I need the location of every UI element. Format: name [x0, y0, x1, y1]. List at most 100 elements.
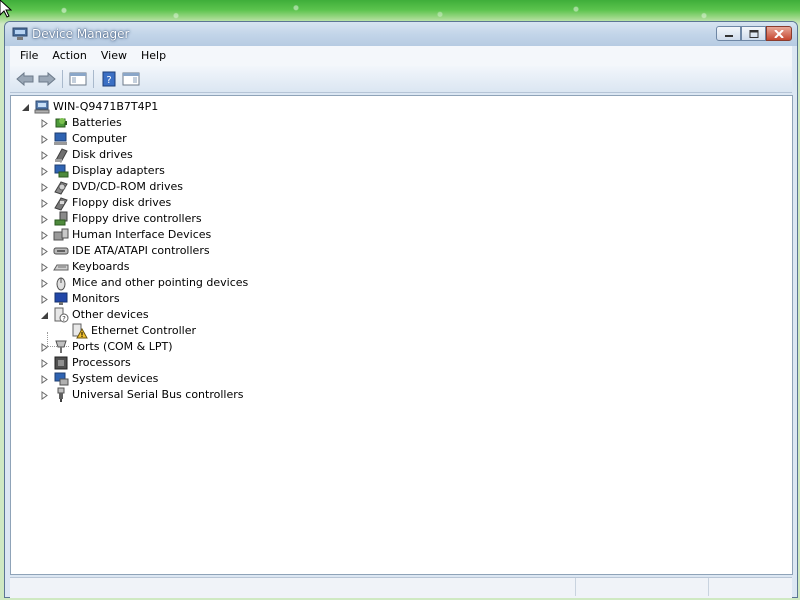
expand-arrow-icon[interactable] [40, 198, 49, 208]
maximize-button[interactable] [741, 26, 766, 41]
expand-arrow-icon[interactable] [40, 134, 49, 144]
help-icon: ? [102, 71, 116, 87]
expand-arrow-icon[interactable] [40, 230, 49, 240]
tree-item[interactable]: Floppy drive controllers [40, 211, 202, 227]
system-device-icon [54, 372, 69, 386]
tree-item-label: Computer [72, 132, 127, 145]
back-icon [16, 72, 34, 86]
tree-item-label: Display adapters [72, 164, 165, 177]
close-icon [774, 29, 784, 38]
tree-item[interactable]: Keyboards [40, 259, 129, 275]
show-hide-console-tree-button[interactable] [67, 69, 89, 89]
port-icon [55, 340, 67, 353]
dvd-icon [54, 181, 68, 195]
tree-child-label: Ethernet Controller [91, 324, 196, 337]
tree-item[interactable]: Batteries [40, 115, 122, 131]
device-manager-window: Device Manager File Action View Help ? W… [4, 21, 798, 598]
tree-item[interactable]: Disk drives [40, 147, 133, 163]
tree-item-label: Mice and other pointing devices [72, 276, 249, 289]
expand-arrow-icon[interactable] [40, 214, 49, 224]
toolbar-separator [93, 70, 94, 88]
show-hide-console-tree-icon [69, 72, 87, 86]
tree-item[interactable]: System devices [40, 371, 158, 387]
title-bar[interactable]: Device Manager [5, 22, 797, 46]
status-pane [709, 578, 792, 596]
hid-icon [53, 228, 69, 241]
tree-item-label: Other devices [72, 308, 149, 321]
svg-text:?: ? [106, 75, 111, 86]
tree-item[interactable]: DVD/CD-ROM drives [40, 179, 183, 195]
tree-item-label: Human Interface Devices [72, 228, 212, 241]
floppy-controller-icon [54, 211, 68, 226]
expand-arrow-icon[interactable] [40, 182, 49, 192]
tree-item-label: Batteries [72, 116, 122, 129]
tree-item-label: Universal Serial Bus controllers [72, 388, 244, 401]
close-button[interactable] [766, 26, 792, 41]
minimize-button[interactable] [716, 26, 741, 41]
toolbar: ? [10, 66, 792, 93]
svg-text:?: ? [62, 315, 66, 323]
tree-item[interactable]: Ports (COM & LPT) [40, 339, 173, 355]
processor-icon [54, 356, 68, 370]
tree-item-label: DVD/CD-ROM drives [72, 180, 183, 193]
help-button[interactable]: ? [98, 69, 120, 89]
toolbar-separator [62, 70, 63, 88]
usb-icon [57, 387, 65, 402]
tree-item[interactable]: Mice and other pointing devices [40, 275, 248, 291]
expand-arrow-icon[interactable] [40, 390, 49, 400]
status-bar [10, 577, 792, 598]
disk-drive-icon [55, 148, 68, 163]
expand-arrow-icon[interactable] [40, 278, 49, 288]
menu-bar: File Action View Help [10, 46, 792, 66]
tree-item[interactable]: Processors [40, 355, 131, 371]
expand-arrow-icon[interactable] [40, 166, 49, 176]
device-manager-icon [12, 27, 28, 40]
tree-item[interactable]: Human Interface Devices [40, 227, 211, 243]
expand-arrow-icon[interactable] [40, 358, 49, 368]
expand-arrow-icon[interactable] [40, 262, 49, 272]
tree-item[interactable]: Monitors [40, 291, 120, 307]
tree-item-label: IDE ATA/ATAPI controllers [72, 244, 210, 257]
tree-root[interactable]: WIN-Q9471B7T4P1 [21, 99, 158, 115]
menu-view[interactable]: View [94, 47, 134, 65]
tree-item-label: Floppy drive controllers [72, 212, 202, 225]
status-pane [576, 578, 709, 596]
tree-item[interactable]: Computer [40, 131, 127, 147]
tree-child-item[interactable]: Ethernet Controller [72, 323, 196, 339]
battery-icon [55, 118, 67, 128]
display-adapter-icon [54, 164, 69, 178]
ide-controller-icon [53, 247, 69, 255]
tree-item[interactable]: IDE ATA/ATAPI controllers [40, 243, 210, 259]
tree-item-label: Processors [72, 356, 131, 369]
expand-arrow-icon[interactable] [40, 294, 49, 304]
properties-pane-button[interactable] [120, 69, 142, 89]
expand-arrow-icon[interactable] [40, 246, 49, 256]
back-button[interactable] [14, 69, 36, 89]
expand-arrow-icon[interactable] [40, 150, 49, 160]
computer-icon [54, 132, 67, 145]
maximize-icon [749, 29, 758, 38]
menu-action[interactable]: Action [45, 47, 93, 65]
tree-item-label: Keyboards [72, 260, 130, 273]
forward-button[interactable] [36, 69, 58, 89]
keyboard-icon [53, 264, 69, 271]
collapse-arrow-icon[interactable] [21, 103, 30, 112]
tree-item[interactable]: Universal Serial Bus controllers [40, 387, 243, 403]
minimize-icon [724, 34, 733, 37]
menu-help[interactable]: Help [134, 47, 173, 65]
unknown-device-icon: ? [54, 307, 69, 323]
device-tree[interactable]: WIN-Q9471B7T4P1 Batteries Computer Disk … [10, 95, 793, 575]
collapse-arrow-icon[interactable] [40, 311, 49, 320]
tree-item-label: Monitors [72, 292, 120, 305]
forward-icon [38, 72, 56, 86]
menu-file[interactable]: File [13, 47, 45, 65]
tree-item[interactable]: ? Other devices [40, 307, 149, 323]
expand-arrow-icon[interactable] [40, 118, 49, 128]
window-title: Device Manager [32, 27, 130, 41]
computer-icon [34, 100, 50, 114]
tree-item[interactable]: Display adapters [40, 163, 165, 179]
tree-item-label: Disk drives [72, 148, 133, 161]
expand-arrow-icon[interactable] [40, 374, 49, 384]
tree-item[interactable]: Floppy disk drives [40, 195, 171, 211]
expand-arrow-icon[interactable] [40, 342, 49, 352]
